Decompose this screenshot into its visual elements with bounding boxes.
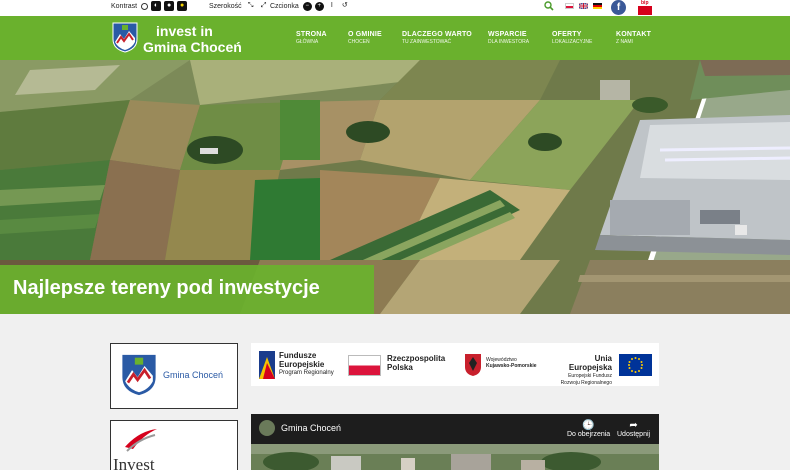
eu-funding-banner[interactable]: Fundusze Europejskie Program Regionalny … <box>251 343 659 386</box>
contrast-yellow-button[interactable]: ● <box>177 1 188 11</box>
nav-offers-title: OFERTY <box>552 31 582 38</box>
rp-line1: Rzeczpospolita <box>387 354 446 363</box>
nav-support[interactable]: WSPARCIE DLA INWESTORA <box>488 31 529 45</box>
width-group: Szerokość ⤡ ⤢ <box>209 1 272 11</box>
coat-of-arms-logo[interactable] <box>112 22 138 53</box>
nav-support-title: WSPARCIE <box>488 31 527 38</box>
search-icon[interactable] <box>544 1 554 11</box>
channel-avatar[interactable] <box>259 420 275 436</box>
watch-later-label: Do obejrzenia <box>567 431 611 438</box>
main-header: invest in Gmina Choceń STRONA GŁÓWNA O G… <box>0 16 790 60</box>
flag-de-icon[interactable] <box>593 3 602 9</box>
video-title[interactable]: Gmina Choceń <box>281 423 341 433</box>
nav-contact-title: KONTAKT <box>616 31 652 38</box>
flag-en-icon[interactable] <box>579 3 588 9</box>
share-label: Udostępnij <box>617 431 651 438</box>
rp-line2: Polska <box>387 363 413 372</box>
fe-text: Fundusze Europejskie Program Regionalny <box>279 352 334 377</box>
bip-icon[interactable]: bip <box>637 0 653 15</box>
european-funds-logo <box>259 351 275 379</box>
nav-contact[interactable]: KONTAKT Z NAMI <box>616 31 651 45</box>
video-thumbnail <box>251 444 659 470</box>
shrink-width-icon[interactable]: ⤡ <box>246 1 256 11</box>
flag-pl-icon[interactable] <box>565 3 574 9</box>
nav-offers-sub: LOKALIZACYJNE <box>552 39 593 45</box>
fe-line3: Program Regionalny <box>279 370 334 376</box>
ue-line1: Unia Europejska <box>568 354 612 372</box>
eu-flag-icon <box>619 354 652 376</box>
nav-home-title: STRONA <box>296 31 327 38</box>
share-button[interactable]: ➦ Udostępnij <box>617 420 650 438</box>
kujawsko-pomorskie-crest-icon <box>465 354 481 376</box>
contrast-black-button[interactable]: ● <box>164 1 175 11</box>
nav-offers[interactable]: OFERTY LOKALIZACYJNE <box>552 31 592 45</box>
nav-home-sub: GŁÓWNA <box>296 39 319 45</box>
ue-line3: Rozwoju Regionalnego <box>560 380 612 386</box>
nav-contact-sub: Z NAMI <box>616 39 633 45</box>
fe-line2: Europejskie <box>279 360 325 369</box>
width-label: Szerokość <box>209 2 242 10</box>
ue-line2: Europejski Fundusz <box>568 373 612 379</box>
contrast-default-button[interactable] <box>141 2 149 10</box>
fe-line1: Fundusze <box>279 351 317 360</box>
logo-line1: invest in <box>156 23 213 39</box>
watch-later-button[interactable]: 🕒 Do obejrzenia <box>567 420 610 438</box>
contrast-group: Kontrast ◐ ● ● <box>111 1 190 11</box>
invest-swoosh-logo <box>125 429 157 452</box>
nav-about[interactable]: O GMINIE CHOCEŃ <box>348 31 382 45</box>
coat-of-arms-icon <box>122 354 156 396</box>
reset-icon[interactable]: ↺ <box>340 1 350 11</box>
gmina-chocen-card[interactable]: Gmina Choceń <box>110 343 238 409</box>
rp-text: Rzeczpospolita Polska <box>387 355 445 373</box>
font-group: Czcionka − + I ↺ <box>270 1 353 11</box>
nav-why-title: DLACZEGO WARTO <box>402 31 472 38</box>
expand-width-icon[interactable]: ⤢ <box>259 1 269 11</box>
font-decrease-button[interactable]: − <box>302 1 312 11</box>
nav-about-sub: CHOCEŃ <box>348 39 370 45</box>
contrast-label: Kontrast <box>111 2 138 10</box>
site-logo-text[interactable]: invest in Gmina Choceń <box>143 23 242 55</box>
video-player[interactable]: Gmina Choceń 🕒 Do obejrzenia ➦ Udostępni… <box>251 414 659 470</box>
polish-flag-icon <box>348 355 381 376</box>
gmina-chocen-name: Gmina Choceń <box>163 370 224 380</box>
nav-support-sub: DLA INWESTORA <box>488 39 530 45</box>
nav-about-title: O GMINIE <box>348 31 382 38</box>
share-icon: ➦ <box>629 420 638 431</box>
ue-text: Unia Europejska Europejski Fundusz Rozwo… <box>557 355 612 387</box>
nav-why-sub: TU ZAINWESTOWAĆ <box>402 39 452 45</box>
nav-why-invest[interactable]: DLACZEGO WARTO TU ZAINWESTOWAĆ <box>402 31 472 45</box>
font-label: Czcionka <box>270 2 299 10</box>
woj-line2: Kujawsko-Pomorskie <box>486 363 537 369</box>
logo-line2: Gmina Choceń <box>143 39 242 55</box>
hero-caption-banner: Najlepsze tereny pod inwestycje <box>0 265 374 314</box>
accessibility-toolbar: Kontrast ◐ ● ● Szerokość ⤡ ⤢ Czcionka − … <box>0 0 790 15</box>
facebook-icon[interactable]: f <box>611 0 626 15</box>
clock-icon: 🕒 <box>582 420 595 431</box>
woj-text: Województwo Kujawsko-Pomorskie <box>486 357 537 369</box>
invest-card-word: Invest <box>113 455 155 470</box>
line-height-icon[interactable]: I <box>327 1 337 11</box>
font-increase-button[interactable]: + <box>314 1 324 11</box>
nav-home[interactable]: STRONA GŁÓWNA <box>296 31 327 45</box>
contrast-black-white-button[interactable]: ◐ <box>151 1 162 11</box>
hero-caption-text: Najlepsze tereny pod inwestycje <box>13 277 320 299</box>
